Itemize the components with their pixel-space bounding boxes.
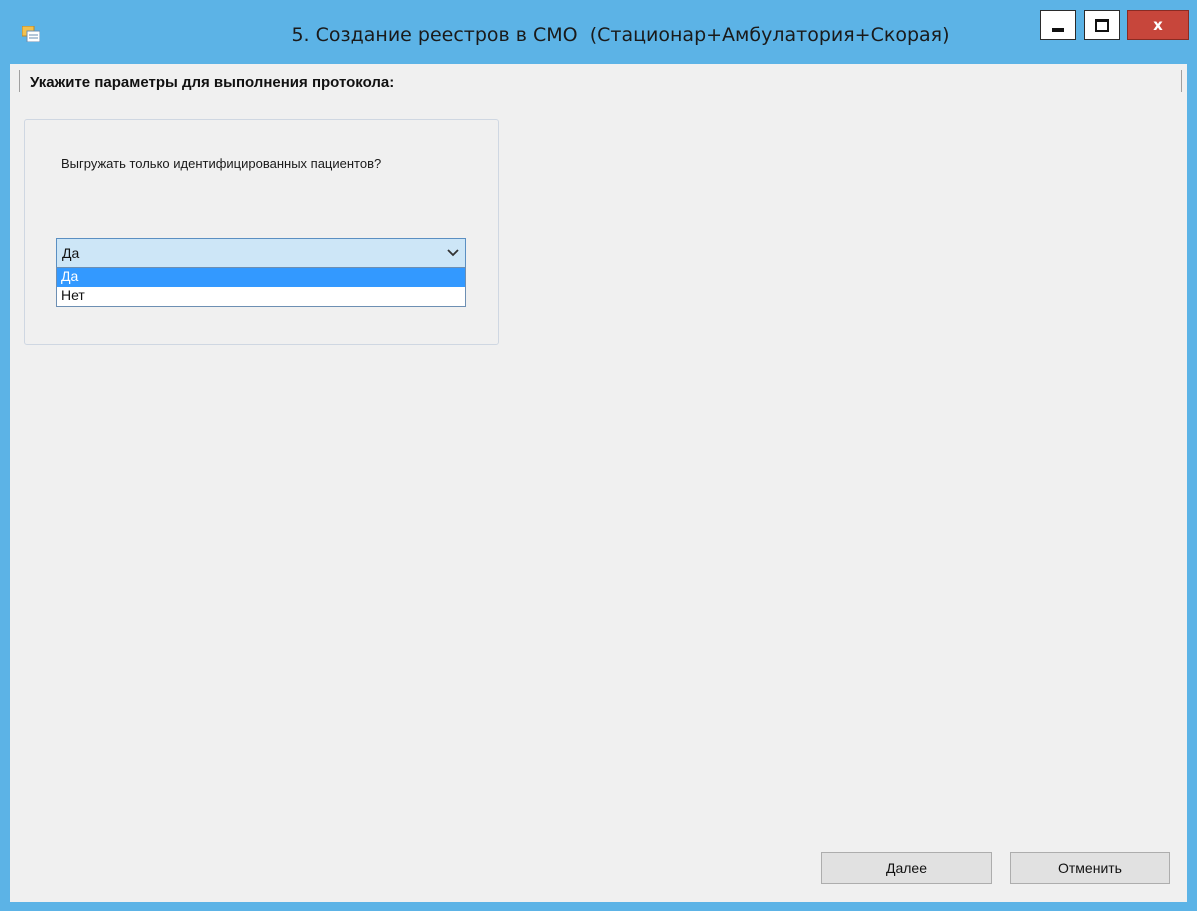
dropdown-option-yes[interactable]: Да [57, 268, 465, 287]
identified-patients-combobox[interactable]: Да [56, 238, 466, 268]
dialog-window: 5. Создание реестров в СМО (Стационар+Ам… [0, 0, 1197, 911]
dialog-client-area: Укажите параметры для выполнения протоко… [10, 64, 1187, 902]
maximize-button[interactable] [1084, 10, 1120, 40]
parameters-group: Выгружать только идентифицированных паци… [24, 119, 499, 345]
combobox-selected-value: Да [62, 245, 80, 261]
chevron-down-icon[interactable] [447, 248, 459, 258]
minimize-button[interactable] [1040, 10, 1076, 40]
header-divider [19, 70, 20, 92]
question-label: Выгружать только идентифицированных паци… [61, 156, 382, 171]
window-title: 5. Создание реестров в СМО (Стационар+Ам… [291, 24, 950, 46]
next-button[interactable]: Далее [821, 852, 992, 884]
page-heading: Укажите параметры для выполнения протоко… [30, 74, 395, 91]
maximize-icon [1095, 18, 1109, 32]
close-button[interactable]: x [1127, 10, 1189, 40]
combobox-dropdown-list: Да Нет [56, 267, 466, 307]
minimize-icon [1052, 27, 1064, 32]
close-icon: x [1153, 15, 1163, 34]
cancel-button[interactable]: Отменить [1010, 852, 1170, 884]
dropdown-option-no[interactable]: Нет [57, 287, 465, 306]
header-divider [1181, 70, 1182, 92]
title-bar[interactable]: 5. Создание реестров в СМО (Стационар+Ам… [0, 0, 1197, 64]
